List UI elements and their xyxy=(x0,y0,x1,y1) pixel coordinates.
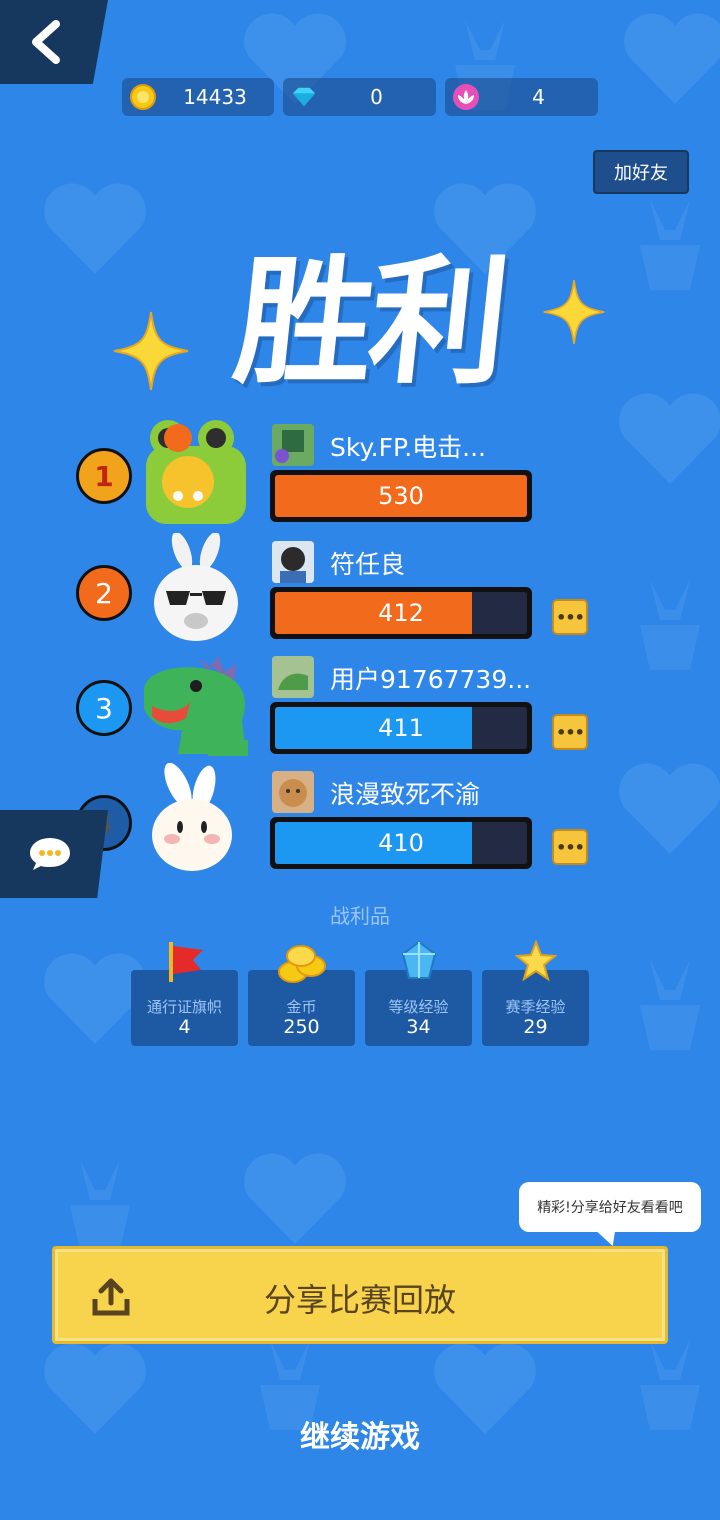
green-dinosaur-avatar xyxy=(144,656,248,756)
frog-avatar xyxy=(146,420,246,524)
white-rabbit-avatar xyxy=(152,763,232,871)
gold-amount: 14433 xyxy=(183,85,247,109)
loot-label: 等级经验 xyxy=(388,998,449,1016)
score-bar: 412 xyxy=(270,587,532,639)
sparkle-icon xyxy=(543,279,605,345)
score-bar: 410 xyxy=(270,817,532,869)
player-avatar xyxy=(272,656,314,698)
red-flag-icon xyxy=(168,942,203,982)
diamond-resource: 0 xyxy=(283,78,436,116)
player-name: 浪漫致死不渝 xyxy=(330,780,481,809)
loot-title: 战利品 xyxy=(330,904,390,928)
blue-crystal-icon xyxy=(401,940,436,979)
loot-label: 赛季经验 xyxy=(505,998,566,1016)
share-tooltip: 精彩!分享给好友看看吧 xyxy=(519,1182,701,1232)
loot-item-flag: 通行证旗帜 4 xyxy=(131,942,238,1046)
diamond-amount: 0 xyxy=(370,85,383,109)
heart-icon xyxy=(244,1153,346,1244)
player-name: 符任良 xyxy=(330,550,406,579)
sparkle-icon xyxy=(113,311,189,391)
lotus-resource: 4 xyxy=(445,78,598,116)
score-bar: 411 xyxy=(270,702,532,754)
player-row-3: 3 用户91767739... 411 ••• xyxy=(0,648,720,758)
loot-item-season-exp: 赛季经验 29 xyxy=(482,940,589,1046)
loot-item-gold: 金币 250 xyxy=(248,945,355,1046)
diamond-icon xyxy=(291,84,317,110)
rabbit-hat-icon xyxy=(640,960,700,1050)
player-row-2: 2 符任良 412 ••• xyxy=(0,533,720,643)
loot-value: 34 xyxy=(406,1016,431,1038)
player-name: Sky.FP.电击... xyxy=(330,433,486,462)
loot-value: 29 xyxy=(523,1016,548,1038)
loot-item-level-exp: 等级经验 34 xyxy=(365,940,472,1046)
share-replay-button[interactable]: 分享比赛回放 xyxy=(52,1246,668,1344)
chat-button[interactable] xyxy=(0,810,108,898)
player-name: 用户91767739... xyxy=(330,665,532,694)
rank-badge: 3 xyxy=(76,680,132,736)
score-value: 410 xyxy=(378,829,424,857)
gold-coins-icon xyxy=(277,945,326,983)
loot-label: 金币 xyxy=(286,998,317,1016)
more-options-button[interactable]: ••• xyxy=(552,714,588,750)
heart-icon xyxy=(624,13,720,105)
star-icon xyxy=(514,940,557,982)
rank-number: 1 xyxy=(94,459,114,493)
heart-icon xyxy=(44,183,146,274)
score-value: 411 xyxy=(378,714,424,742)
score-value: 530 xyxy=(378,482,424,510)
chat-bubble-icon xyxy=(30,838,70,870)
loot-value: 250 xyxy=(283,1016,320,1038)
player-avatar xyxy=(272,541,314,583)
loot-value: 4 xyxy=(178,1016,191,1038)
lotus-icon xyxy=(453,84,479,110)
continue-game-button[interactable]: 继续游戏 xyxy=(0,1412,720,1456)
score-bar: 530 xyxy=(270,470,532,522)
rank-badge: 2 xyxy=(76,565,132,621)
more-options-button[interactable]: ••• xyxy=(552,599,588,635)
gold-resource: 14433 xyxy=(122,78,274,116)
rank-badge: 1 xyxy=(76,448,132,504)
chevron-left-icon xyxy=(32,20,60,64)
player-row-4: 4 浪漫致死不渝 410 ••• xyxy=(0,763,720,873)
gold-coin-icon xyxy=(130,84,156,110)
rabbit-hat-icon xyxy=(640,200,700,290)
lotus-amount: 4 xyxy=(532,85,545,109)
rabbit-hat-icon xyxy=(70,1160,130,1250)
back-button[interactable] xyxy=(0,0,108,84)
player-avatar xyxy=(272,424,314,466)
more-options-button[interactable]: ••• xyxy=(552,829,588,865)
add-friend-button[interactable]: 加好友 xyxy=(593,150,689,194)
white-rabbit-sunglasses-avatar xyxy=(154,533,238,641)
player-row-1: 1 Sky.FP.电击... 530 xyxy=(0,416,720,526)
player-avatar xyxy=(272,771,314,813)
rank-number: 2 xyxy=(95,576,113,610)
score-value: 412 xyxy=(378,599,424,627)
rank-number: 3 xyxy=(95,691,113,725)
share-label: 分享比赛回放 xyxy=(263,1281,456,1319)
loot-label: 通行证旗帜 xyxy=(146,998,222,1016)
victory-title: 胜利 xyxy=(227,242,513,403)
